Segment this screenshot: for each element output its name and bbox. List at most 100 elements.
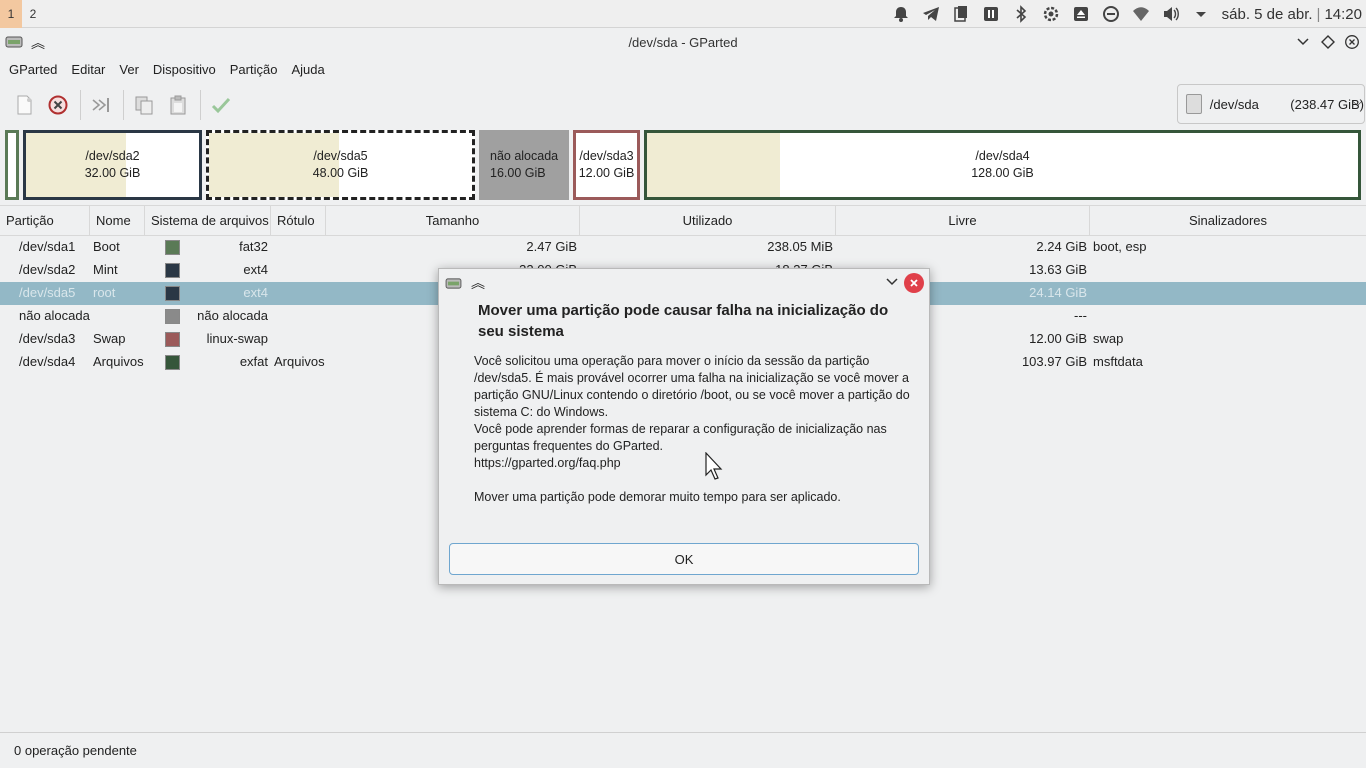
wifi-icon[interactable] [1126,0,1156,28]
menu-dispositivo[interactable]: Dispositivo [146,62,223,77]
cell-name: Arquivos [93,354,144,369]
col-nome[interactable]: Nome [90,206,145,236]
diskmap-sda5[interactable]: /dev/sda5 48.00 GiB [206,130,475,200]
system-tray: sáb. 5 de abr. | 14:20 [886,0,1362,28]
volume-icon[interactable] [1156,0,1186,28]
close-icon[interactable] [904,273,924,293]
telegram-icon[interactable] [916,0,946,28]
cell-partition: /dev/sda1 [19,239,76,254]
bluetooth-icon[interactable] [1006,0,1036,28]
cell-fs: ext4 [243,262,268,277]
col-utilizado[interactable]: Utilizado [580,206,836,236]
diskmap-sda5-name: /dev/sda5 [313,149,368,163]
workspace-2[interactable]: 2 [22,0,44,28]
diskmap-sda4[interactable]: /dev/sda4 128.00 GiB [644,130,1361,200]
checkmark-icon [211,97,231,114]
settings-icon[interactable] [1036,0,1066,28]
menu-ajuda[interactable]: Ajuda [284,62,331,77]
minimize-icon[interactable] [1294,33,1312,51]
cell-used: 238.05 MiB [767,239,833,254]
cell-label: Arquivos [274,354,325,369]
col-livre[interactable]: Livre [836,206,1090,236]
menu-gparted[interactable]: GParted [2,62,64,77]
cell-partition: não alocada [19,308,90,323]
resize-move-icon [92,98,109,112]
dialog-paragraph: Você pode aprender formas de reparar a c… [474,422,887,453]
new-partition-button[interactable] [10,91,38,119]
device-selector[interactable]: /dev/sda (238.47 GiB) ⌵ [1177,84,1365,124]
eject-icon[interactable] [1066,0,1096,28]
col-particao[interactable]: Partição [0,206,90,236]
diskmap-unallocated-size: 16.00 GiB [490,166,546,180]
cell-partition: /dev/sda3 [19,331,76,346]
do-not-disturb-icon[interactable] [1096,0,1126,28]
clock[interactable]: sáb. 5 de abr. | 14:20 [1216,6,1362,23]
dialog-body: Você solicitou uma operação para mover o… [474,353,914,506]
col-sinalizadores[interactable]: Sinalizadores [1090,206,1366,236]
delete-icon [48,95,68,115]
dialog-paragraph: Mover uma partição pode demorar muito te… [474,490,841,504]
cell-name: Swap [93,331,126,346]
window-titlebar[interactable]: ︽ /dev/sda - GParted [0,28,1366,56]
toolbar-separator [80,90,81,120]
partition-table-header: Partição Nome Sistema de arquivos Rótulo… [0,205,1366,236]
fs-color-swatch [165,286,180,301]
faq-link[interactable]: https://gparted.org/faq.php [474,455,914,472]
top-panel: 1 2 sáb. 5 de abr. | 14:20 [0,0,1366,28]
diskmap-unallocated[interactable]: não alocada 16.00 GiB [479,130,569,200]
cell-flags: swap [1093,331,1124,346]
fs-color-swatch [165,240,180,255]
fs-color-swatch [165,309,180,324]
copy-button[interactable] [130,91,158,119]
col-sistema[interactable]: Sistema de arquivos [145,206,271,236]
resize-move-button[interactable] [87,91,115,119]
shade-icon[interactable]: ︽ [31,33,45,53]
apply-button[interactable] [207,91,235,119]
cell-flags: msftdata [1093,354,1143,369]
diskmap-sda3-name: /dev/sda3 [579,149,634,163]
paste-button[interactable] [164,91,192,119]
cell-partition: /dev/sda2 [19,262,76,277]
diskmap-sda2[interactable]: /dev/sda2 32.00 GiB [23,130,202,200]
chevron-down-icon: ⌵ [1352,95,1362,109]
toolbar-separator [123,90,124,120]
clock-date: sáb. 5 de abr. [1221,5,1313,23]
gparted-app-icon [445,278,462,289]
cell-name: Boot [93,239,120,254]
menu-ver[interactable]: Ver [112,62,146,77]
diskmap-sda1[interactable] [5,130,19,200]
cell-flags: boot, esp [1093,239,1147,254]
media-pause-icon[interactable] [976,0,1006,28]
cell-free: 24.14 GiB [1029,285,1087,300]
col-rotulo[interactable]: Rótulo [271,206,326,236]
diskmap-sda3[interactable]: /dev/sda3 12.00 GiB [573,130,640,200]
diskmap-unallocated-name: não alocada [490,149,559,163]
notifications-icon[interactable] [886,0,916,28]
col-tamanho[interactable]: Tamanho [326,206,580,236]
dialog-titlebar[interactable]: ︽ [439,269,929,297]
ok-button[interactable]: OK [449,543,919,575]
workspace-1[interactable]: 1 [0,0,22,28]
delete-partition-button[interactable] [44,91,72,119]
diskmap-sda2-name: /dev/sda2 [85,149,140,163]
cell-fs: exfat [239,354,268,369]
maximize-icon[interactable] [1319,33,1337,51]
window-title: /dev/sda - GParted [628,34,738,50]
menu-particao[interactable]: Partição [223,62,285,77]
clock-separator: | [1316,5,1321,23]
menu-editar[interactable]: Editar [64,62,112,77]
clock-time: 14:20 [1324,5,1362,23]
cell-free: 13.63 GiB [1029,262,1087,277]
cell-free: --- [1074,308,1087,323]
minimize-icon[interactable] [885,275,899,292]
cell-fs: linux-swap [206,331,268,346]
shade-icon[interactable]: ︽ [471,273,485,293]
menu-down-icon[interactable] [1186,0,1216,28]
cell-name: Mint [93,262,118,277]
table-row[interactable]: /dev/sda1 Boot fat32 2.47 GiB 238.05 MiB… [0,236,1366,259]
diskmap-sda4-size: 128.00 GiB [971,166,1034,180]
close-icon[interactable] [1343,33,1361,51]
clipboard-icon[interactable] [946,0,976,28]
diskmap-sda3-size: 12.00 GiB [578,166,635,180]
cell-partition: /dev/sda4 [19,354,76,369]
